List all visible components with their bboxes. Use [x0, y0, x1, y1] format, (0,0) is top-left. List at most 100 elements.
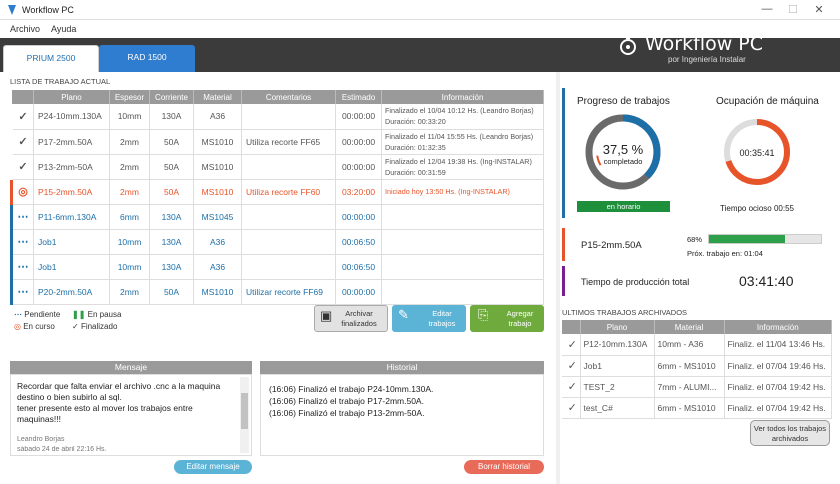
menu-ayuda[interactable]: Ayuda: [51, 24, 76, 34]
job-comentarios: Utiliza recorte FF65: [241, 129, 336, 155]
check-icon: ✓: [562, 334, 581, 356]
job-info: Finalizado el 11/04 15:55 Hs. (Leandro B…: [381, 129, 544, 155]
maximize-button[interactable]: ☐: [786, 3, 800, 16]
worklist-table: Plano Espesor Corriente Material Comenta…: [10, 90, 544, 305]
archived-info: Finaliz. el 07/04 19:42 Hs.: [724, 397, 832, 419]
check-icon: ✓: [72, 322, 79, 331]
job-row[interactable]: ◎ P15-2mm.50A 2mm 50A MS1010 Utiliza recorte …: [10, 179, 544, 205]
job-row[interactable]: ⋯ P11-6mm.130A 6mm 130A MS1045 00:00:00: [10, 204, 544, 230]
job-row[interactable]: ⋯ Job1 10mm 130A A36 00:06:50: [10, 254, 544, 280]
progress-percent: 37,5 %: [602, 142, 644, 157]
job-estimado: 00:06:50: [335, 254, 382, 280]
current-job-percent: 68%: [687, 235, 703, 244]
col-estimado[interactable]: Estimado: [335, 90, 382, 104]
job-plano: Job1: [33, 229, 110, 255]
job-material: MS1010: [193, 154, 242, 180]
archived-row[interactable]: ✓ TEST_2 7mm - ALUMI... Finaliz. el 07/04 1…: [562, 376, 832, 398]
job-info: Finalizado el 10/04 10:12 Hs. (Leandro B…: [381, 104, 544, 130]
job-plano: P13-2mm-50A: [33, 154, 110, 180]
brand-subtitle: por Ingeniería Instalar: [668, 55, 746, 64]
archived-plano: test_C#: [580, 397, 655, 419]
archived-col-material[interactable]: Material: [654, 320, 725, 334]
job-estimado: 00:00:00: [335, 154, 382, 180]
pause-icon: ❚❚: [72, 310, 86, 319]
archive-finished-button[interactable]: ▣ Archivar finalizados: [314, 305, 388, 332]
menu-archivo[interactable]: Archivo: [10, 24, 40, 34]
job-material: MS1045: [193, 204, 242, 230]
history-item: (16:06) Finalizó el trabajo P17-2mm.50A.: [269, 396, 424, 406]
message-text: Recordar que falta enviar el archivo .cn…: [17, 381, 221, 424]
job-espesor: 2mm: [109, 129, 150, 155]
message-author: Leandro Borjas: [17, 436, 65, 443]
job-espesor: 10mm: [109, 254, 150, 280]
job-row[interactable]: ⋯ Job1 10mm 130A A36 00:06:50: [10, 229, 544, 255]
archived-row[interactable]: ✓ test_C# 6mm - MS1010 Finaliz. el 07/04 19…: [562, 397, 832, 419]
check-icon: ✓: [562, 397, 581, 419]
job-info: Finalizado el 12/04 19:38 Hs. (Ing-INSTA…: [381, 154, 544, 180]
archived-col-info[interactable]: Información: [724, 320, 832, 334]
stopwatch-logo-icon: [620, 37, 636, 55]
job-espesor: 2mm: [109, 154, 150, 180]
col-corriente[interactable]: Corriente: [149, 90, 194, 104]
col-espesor[interactable]: Espesor: [109, 90, 150, 104]
production-time: 03:41:40: [739, 273, 794, 289]
job-corriente: 50A: [149, 154, 194, 180]
col-plano[interactable]: Plano: [33, 90, 110, 104]
add-job-button[interactable]: ⎘ Agregar trabajo: [470, 305, 544, 332]
job-row[interactable]: ✓ P13-2mm-50A 2mm 50A MS1010 00:00:00 Finaliza…: [11, 154, 544, 180]
title-bar: Workflow PC — ☐ ✕: [0, 0, 840, 20]
col-informacion[interactable]: Información: [381, 90, 544, 104]
job-material: A36: [193, 104, 242, 130]
in-progress-icon: ◎: [18, 186, 28, 198]
job-plano: P20-2mm.50A: [33, 279, 110, 305]
legend-finalizado: Finalizado: [80, 322, 118, 331]
job-corriente: 50A: [149, 279, 194, 305]
check-icon: ✓: [18, 161, 28, 173]
close-button[interactable]: ✕: [812, 3, 826, 16]
clear-history-button[interactable]: Borrar historial: [464, 460, 544, 474]
tab-rad-1500[interactable]: RAD 1500: [99, 45, 195, 72]
legend-curso: En curso: [23, 322, 55, 331]
next-job-time: Próx. trabajo en: 01:04: [687, 249, 763, 258]
progress-subtitle: completado: [603, 157, 643, 166]
pending-icon: ⋯: [17, 286, 29, 298]
tab-prium-2500[interactable]: PRIUM 2500: [3, 45, 99, 72]
archived-info: Finaliz. el 07/04 19:46 Hs.: [724, 355, 832, 377]
view-all-archived-button[interactable]: Ver todos los trabajos archivados: [750, 420, 830, 446]
job-estimado: 00:00:00: [335, 204, 382, 230]
job-estimado: 00:00:00: [335, 279, 382, 305]
check-icon: ✓: [18, 110, 28, 123]
history-item: (16:06) Finalizó el trabajo P13-2mm-50A.: [269, 408, 425, 418]
check-icon: ✓: [562, 376, 581, 398]
job-row[interactable]: ✓ P24-10mm.130A 10mm 130A A36 00:00:00 Finaliz…: [11, 104, 544, 130]
add-file-icon: ⎘: [478, 307, 489, 322]
current-job-progressbar: [708, 234, 822, 244]
message-scrollbar[interactable]: [240, 377, 249, 453]
message-panel-title: Mensaje: [10, 361, 252, 374]
job-row[interactable]: ✓ P17-2mm.50A 2mm 50A MS1010 Utiliza recorte …: [11, 129, 544, 155]
box-icon: ▣: [320, 308, 333, 323]
occupation-title: Ocupación de máquina: [716, 96, 819, 107]
archived-row[interactable]: ✓ P12-10mm.130A 10mm - A36 Finaliz. el 11/0…: [562, 334, 832, 356]
production-label: Tiempo de producción total: [581, 277, 690, 287]
archived-plano: TEST_2: [580, 376, 655, 398]
archived-material: 7mm - ALUMI...: [654, 376, 725, 398]
job-estimado: 03:20:00: [335, 179, 382, 205]
job-corriente: 130A: [149, 204, 194, 230]
job-row[interactable]: ⋯ P20-2mm.50A 2mm 50A MS1010 Utilizar recorte…: [10, 279, 544, 305]
col-comentarios[interactable]: Comentarios: [241, 90, 336, 104]
edit-message-button[interactable]: Editar mensaje: [174, 460, 252, 474]
archived-row[interactable]: ✓ Job1 6mm - MS1010 Finaliz. el 07/04 19:46…: [562, 355, 832, 377]
edit-jobs-button[interactable]: ✎ Editar trabajos: [392, 305, 466, 332]
col-material[interactable]: Material: [193, 90, 242, 104]
pending-icon: ⋯: [17, 211, 29, 223]
archived-title: ULTIMOS TRABAJOS ARCHIVADOS: [562, 308, 688, 317]
job-info: [381, 229, 544, 255]
job-info: [381, 254, 544, 280]
job-estimado: 00:00:00: [335, 104, 382, 130]
job-material: A36: [193, 254, 242, 280]
archived-col-plano[interactable]: Plano: [580, 320, 655, 334]
minimize-button[interactable]: —: [760, 3, 774, 15]
in-progress-icon: ◎: [14, 322, 21, 331]
archived-material: 10mm - A36: [654, 334, 725, 356]
